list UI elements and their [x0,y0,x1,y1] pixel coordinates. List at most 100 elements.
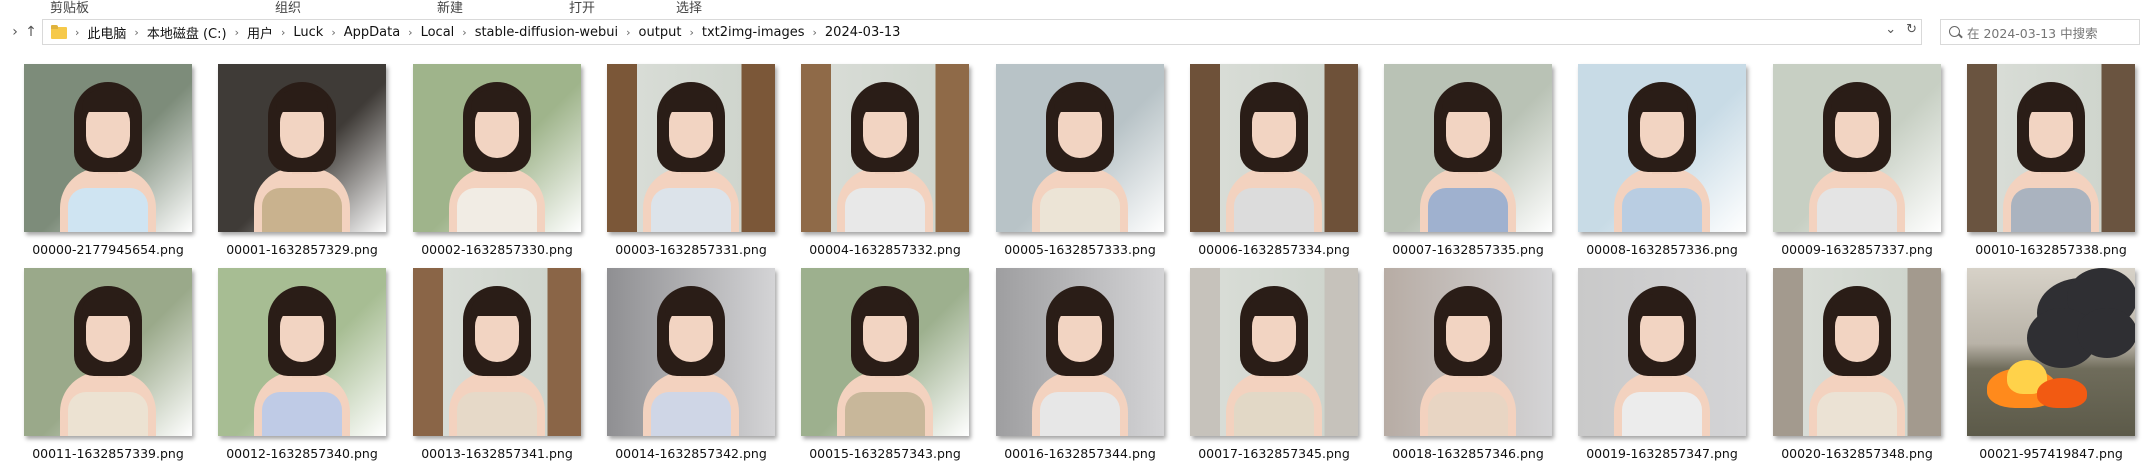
file-thumbnail [218,268,386,436]
file-item[interactable]: 00009-1632857337.png [1749,48,1943,257]
file-thumbnail [218,64,386,232]
file-thumbnail [1578,268,1746,436]
portrait-bangs [1054,90,1106,112]
file-thumbnail [996,64,1164,232]
file-thumbnail [801,64,969,232]
portrait-bangs [82,294,134,316]
portrait-dress [845,188,925,232]
ribbon-group-organize: 组织 [275,1,302,16]
file-item[interactable]: 00021-957419847.png [1943,252,2137,461]
portrait-bangs [471,294,523,316]
breadcrumb-item[interactable]: 本地磁盘 (C:) [141,23,233,42]
file-item[interactable]: 00006-1632857334.png [1166,48,1360,257]
file-name: 00014-1632857342.png [615,446,767,461]
portrait-bangs [82,90,134,112]
file-item[interactable]: 00001-1632857329.png [194,48,388,257]
file-item[interactable]: 00019-1632857347.png [1554,252,1748,461]
breadcrumb-separator-icon[interactable]: › [233,26,241,39]
file-item[interactable]: 00020-1632857348.png [1749,252,1943,461]
portrait-bangs [1636,294,1688,316]
up-arrow-icon[interactable]: ↑ [22,22,40,42]
breadcrumb-separator-icon[interactable]: › [329,26,337,39]
portrait-dress [262,392,342,436]
search-input[interactable] [1965,22,2139,44]
portrait-bangs [276,294,328,316]
file-name: 00013-1632857341.png [421,446,573,461]
file-thumbnail [1773,64,1941,232]
portrait-bangs [665,90,717,112]
breadcrumb-item[interactable]: AppData [338,25,406,40]
breadcrumb-item[interactable]: 用户 [241,23,279,42]
breadcrumb-separator-icon[interactable]: › [460,26,468,39]
portrait-dress [1428,188,1508,232]
file-name: 00012-1632857340.png [226,446,378,461]
file-item[interactable]: 00007-1632857335.png [1360,48,1554,257]
portrait-dress [651,392,731,436]
portrait-bangs [1442,294,1494,316]
search-icon [1949,26,1960,37]
portrait-dress [1428,392,1508,436]
breadcrumb-separator-icon[interactable]: › [624,26,632,39]
navigation-bar: › ↑ › 此电脑 › 本地磁盘 (C:) › 用户 › Luck › AppData › Local… [0,16,2154,48]
portrait-dress [457,188,537,232]
file-item[interactable]: 00016-1632857344.png [972,252,1166,461]
address-bar[interactable]: › 此电脑 › 本地磁盘 (C:) › 用户 › Luck › AppData › Local › sta… [42,19,1922,45]
breadcrumb-separator-icon[interactable]: › [279,26,287,39]
breadcrumb-item[interactable]: 2024-03-13 [819,25,907,40]
file-name: 00016-1632857344.png [1004,446,1156,461]
refresh-icon[interactable]: ↻ [1906,22,1917,37]
file-item[interactable]: 00003-1632857331.png [583,48,777,257]
portrait-bangs [665,294,717,316]
portrait-dress [68,188,148,232]
file-name: 00017-1632857345.png [1198,446,1350,461]
smoke-cloud [2077,308,2135,358]
file-thumbnail [1190,268,1358,436]
breadcrumb-item[interactable]: Luck [287,25,329,40]
portrait-bangs [1831,294,1883,316]
portrait-bangs [1442,90,1494,112]
file-thumbnail [24,268,192,436]
breadcrumb-separator-icon[interactable]: › [687,26,695,39]
file-item[interactable]: 00013-1632857341.png [389,252,583,461]
portrait-dress [1040,392,1120,436]
file-item[interactable]: 00017-1632857345.png [1166,252,1360,461]
file-name: 00021-957419847.png [1979,446,2123,461]
file-item[interactable]: 00000-2177945654.png [0,48,194,257]
file-item[interactable]: 00008-1632857336.png [1554,48,1748,257]
file-item[interactable]: 00011-1632857339.png [0,252,194,461]
file-item[interactable]: 00012-1632857340.png [194,252,388,461]
portrait-dress [1817,392,1897,436]
breadcrumb-item[interactable]: 此电脑 [81,23,132,42]
breadcrumb-item[interactable]: output [633,25,688,40]
folder-icon [51,25,67,39]
breadcrumb-separator-icon[interactable]: › [132,26,140,39]
file-item[interactable]: 00018-1632857346.png [1360,252,1554,461]
file-item[interactable]: 00002-1632857330.png [389,48,583,257]
file-thumbnail [1578,64,1746,232]
breadcrumb-item[interactable]: txt2img-images [696,25,811,40]
portrait-dress [68,392,148,436]
ribbon-group-new: 新建 [437,1,464,16]
breadcrumb-separator-icon[interactable]: › [811,26,819,39]
file-thumbnail [1384,268,1552,436]
address-controls: ⌄ ↻ [1885,22,1917,37]
file-item[interactable]: 00014-1632857342.png [583,252,777,461]
file-item[interactable]: 00010-1632857338.png [1943,48,2137,257]
portrait-bangs [859,294,911,316]
portrait-bangs [276,90,328,112]
file-item[interactable]: 00005-1632857333.png [972,48,1166,257]
search-box[interactable] [1940,19,2140,45]
portrait-dress [262,188,342,232]
breadcrumb: › 此电脑 › 本地磁盘 (C:) › 用户 › Luck › AppData › Local › sta… [73,20,906,44]
breadcrumb-item[interactable]: Local [415,25,461,40]
file-thumbnail [1773,268,1941,436]
breadcrumb-separator-icon[interactable]: › [406,26,414,39]
file-item[interactable]: 00015-1632857343.png [777,252,971,461]
file-name: 00015-1632857343.png [809,446,961,461]
file-grid: 00000-2177945654.png 00001-1632857329.png… [0,48,2154,461]
chevron-down-icon[interactable]: ⌄ [1885,22,1896,37]
breadcrumb-item[interactable]: stable-diffusion-webui [469,25,624,40]
file-item[interactable]: 00004-1632857332.png [777,48,971,257]
breadcrumb-separator-icon[interactable]: › [73,26,81,39]
portrait-bangs [1248,90,1300,112]
